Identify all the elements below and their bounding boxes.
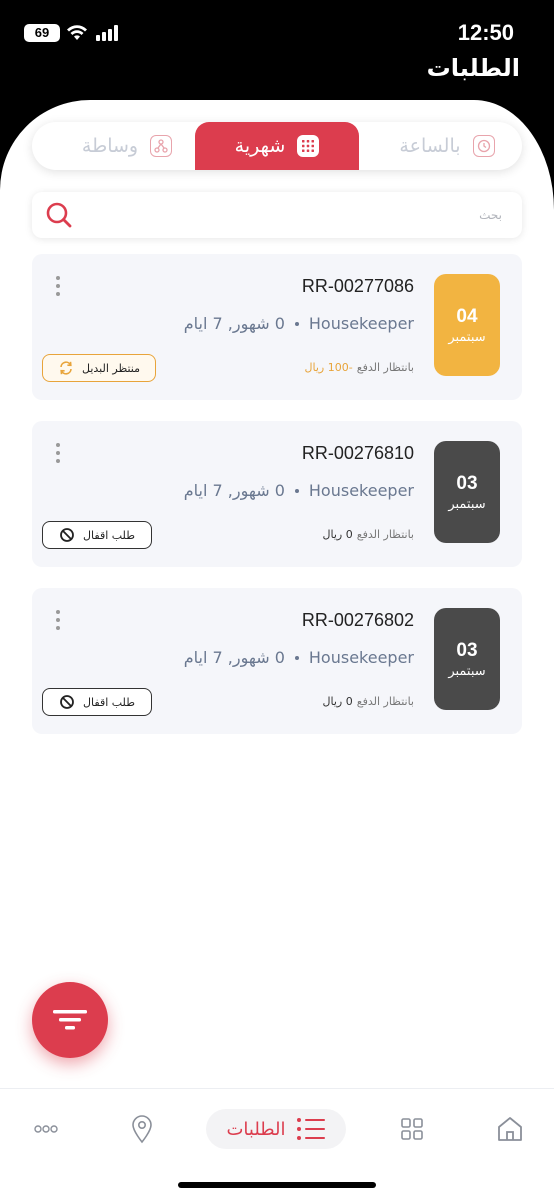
- tab-hourly[interactable]: بالساعة: [372, 122, 522, 170]
- tab-hourly-label: بالساعة: [399, 135, 461, 157]
- payment-status: بانتظار الدفع: [356, 528, 414, 541]
- order-meta: 0 شهور, 7 ايام Housekeeper: [184, 481, 414, 500]
- date-month: سبتمبر: [448, 496, 486, 512]
- more-options-icon[interactable]: [54, 443, 62, 463]
- status-badge-label: طلب اقفال: [83, 528, 135, 542]
- order-role: Housekeeper: [308, 481, 414, 500]
- order-id: RR-00276802: [301, 610, 414, 630]
- order-role: Housekeeper: [308, 648, 414, 667]
- search-bar: [32, 192, 522, 238]
- refresh-icon: [60, 361, 72, 375]
- order-meta: 0 شهور, 7 ايام Housekeeper: [184, 314, 414, 333]
- status-time: 12:50: [457, 20, 514, 45]
- separator-dot: [294, 321, 299, 326]
- search-icon[interactable]: [44, 200, 74, 230]
- orders-list-icon: [296, 1118, 325, 1140]
- order-id: RR-00276810: [301, 443, 414, 463]
- order-duration: 0 شهور, 7 ايام: [183, 314, 285, 333]
- payment-status: بانتظار الدفع: [356, 361, 414, 374]
- grid-icon: [401, 1118, 423, 1140]
- status-badge[interactable]: طلب اقفال: [42, 688, 152, 716]
- date-day: 03: [456, 472, 478, 494]
- page-title: الطلبات: [426, 54, 520, 82]
- filter-button[interactable]: [32, 982, 108, 1058]
- payment-info: بانتظار الدفع 0 ريال: [323, 528, 415, 541]
- status-badge-label: منتظر البديل: [81, 361, 140, 375]
- date-badge: 03 سبتمبر: [434, 441, 500, 543]
- order-card[interactable]: 03 سبتمبر RR-00276810 0 شهور, 7 ايام Hou…: [32, 421, 522, 567]
- tab-wasata-label: وساطة: [81, 135, 139, 157]
- wifi-icon: [67, 25, 87, 40]
- location-icon: [132, 1115, 152, 1144]
- search-input[interactable]: [112, 200, 502, 230]
- block-icon: [60, 528, 74, 542]
- battery-indicator: 69: [24, 24, 60, 42]
- status-badge[interactable]: منتظر البديل: [42, 354, 156, 382]
- network-icon: [150, 135, 173, 157]
- signal-icon: [96, 25, 118, 41]
- order-duration: 0 شهور, 7 ايام: [183, 481, 285, 500]
- tab-monthly[interactable]: شهرية: [195, 122, 359, 170]
- date-badge: 03 سبتمبر: [434, 608, 500, 710]
- block-icon: [60, 695, 74, 709]
- payment-amount: -100 ريال: [304, 361, 353, 374]
- payment-amount: 0 ريال: [322, 695, 353, 708]
- filter-icon: [53, 1010, 87, 1030]
- calendar-icon: [297, 135, 320, 157]
- order-type-tabs: وساطة شهرية بالساعة: [32, 122, 522, 170]
- date-day: 04: [456, 305, 478, 327]
- payment-status: بانتظار الدفع: [356, 695, 414, 708]
- tab-wasata[interactable]: وساطة: [52, 122, 202, 170]
- order-card[interactable]: 04 سبتمبر RR-00277086 0 شهور, 7 ايام Hou…: [32, 254, 522, 400]
- clock-icon: [472, 135, 495, 157]
- date-day: 03: [456, 639, 478, 661]
- status-badge[interactable]: طلب اقفال: [42, 521, 152, 549]
- order-meta: 0 شهور, 7 ايام Housekeeper: [184, 648, 414, 667]
- order-duration: 0 شهور, 7 ايام: [183, 648, 285, 667]
- nav-more[interactable]: [26, 1109, 66, 1149]
- nav-orders[interactable]: الطلبات: [206, 1109, 346, 1149]
- order-role: Housekeeper: [308, 314, 414, 333]
- nav-home[interactable]: [490, 1109, 530, 1149]
- more-icon: [34, 1125, 58, 1133]
- date-month: سبتمبر: [448, 329, 486, 345]
- separator-dot: [294, 488, 299, 493]
- status-badge-label: طلب اقفال: [83, 695, 135, 709]
- date-month: سبتمبر: [448, 663, 486, 679]
- payment-info: بانتظار الدفع 0 ريال: [323, 695, 415, 708]
- tab-monthly-label: شهرية: [234, 135, 286, 157]
- payment-amount: 0 ريال: [322, 528, 353, 541]
- order-card[interactable]: 03 سبتمبر RR-00276802 0 شهور, 7 ايام Hou…: [32, 588, 522, 734]
- separator-dot: [294, 655, 299, 660]
- home-icon: [498, 1117, 522, 1141]
- nav-location[interactable]: [122, 1109, 162, 1149]
- nav-grid[interactable]: [392, 1109, 432, 1149]
- more-options-icon[interactable]: [54, 610, 62, 630]
- payment-info: بانتظار الدفع -100 ريال: [305, 361, 414, 374]
- order-id: RR-00277086: [301, 276, 414, 296]
- nav-orders-label: الطلبات: [226, 1118, 286, 1140]
- home-indicator: [178, 1182, 376, 1188]
- more-options-icon[interactable]: [54, 276, 62, 296]
- date-badge: 04 سبتمبر: [434, 274, 500, 376]
